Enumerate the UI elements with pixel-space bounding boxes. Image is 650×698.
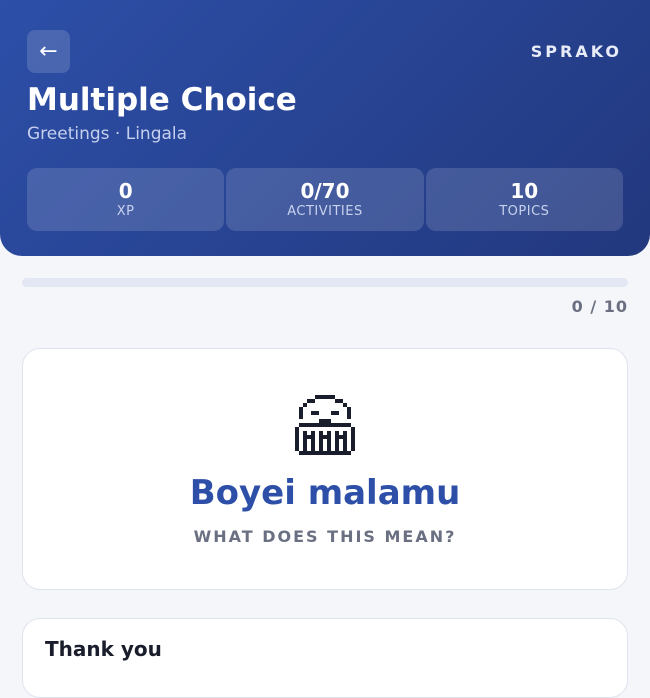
stat-value: 0/70 — [300, 178, 350, 203]
stat-label: ACTIVITIES — [287, 203, 363, 219]
progress-bar — [22, 278, 628, 287]
page-subtitle: Greetings · Lingala — [27, 124, 188, 144]
question-card: Boyei malamu WHAT DOES THIS MEAN? — [22, 348, 628, 590]
stat-label: TOPICS — [499, 203, 550, 219]
stats-row: 0 XP 0/70 ACTIVITIES 10 TOPICS — [27, 168, 623, 231]
stat-activities: 0/70 ACTIVITIES — [226, 168, 424, 231]
page-title: Multiple Choice — [27, 82, 297, 118]
answer-option[interactable]: Thank you — [22, 618, 628, 698]
stat-topics: 10 TOPICS — [425, 168, 623, 231]
back-button[interactable]: ← — [27, 30, 70, 73]
progress-counter: 0 / 10 — [571, 297, 628, 316]
stat-xp: 0 XP — [27, 168, 225, 231]
stat-value: 0 — [118, 178, 133, 203]
question-prompt: WHAT DOES THIS MEAN? — [193, 527, 457, 546]
back-arrow-icon: ← — [39, 38, 58, 64]
brand-logo: SPRAKO — [530, 42, 622, 61]
stat-value: 10 — [510, 178, 539, 203]
ghost-sprite-icon — [295, 395, 355, 455]
target-phrase: Boyei malamu — [189, 473, 461, 513]
stat-label: XP — [116, 203, 135, 219]
answer-option-label: Thank you — [45, 637, 162, 661]
header: ← SPRAKO Multiple Choice Greetings · Lin… — [0, 0, 650, 256]
